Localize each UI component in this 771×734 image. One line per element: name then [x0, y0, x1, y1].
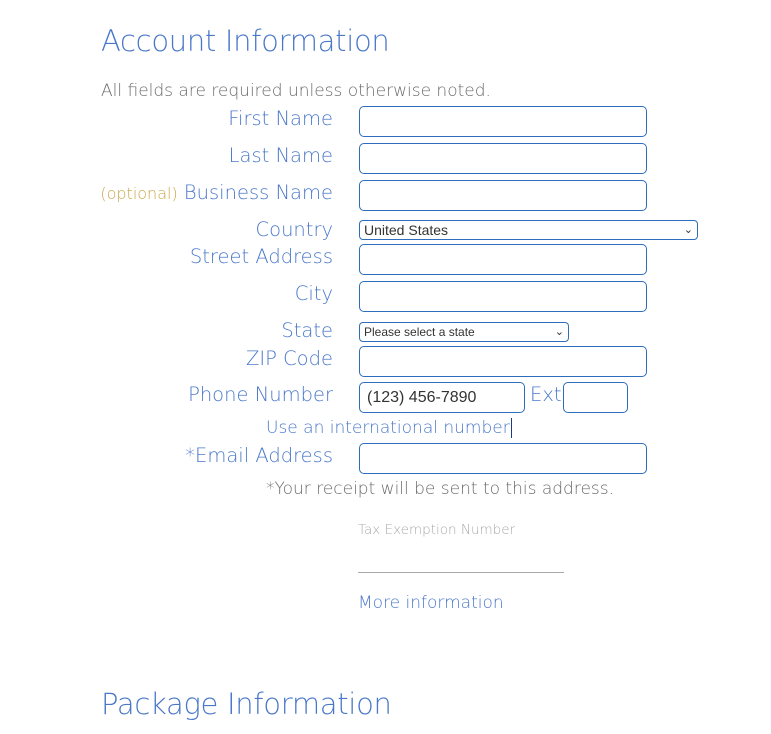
ext-label: Ext [530, 383, 562, 406]
zip-label: ZIP Code [246, 347, 333, 370]
last-name-label: Last Name [228, 144, 333, 167]
account-heading: Account Information [101, 24, 390, 58]
international-number-link[interactable]: Use an international number [266, 418, 512, 438]
business-name-label: (optional) Business Name [100, 181, 333, 206]
ext-input[interactable] [563, 382, 628, 413]
phone-label: Phone Number [188, 383, 333, 406]
state-select[interactable]: Please select a state ⌄ [359, 322, 569, 342]
country-value: United States [364, 222, 449, 238]
package-heading: Package Information [101, 687, 392, 721]
country-select[interactable]: United States ⌄ [359, 220, 698, 240]
zip-input[interactable] [359, 346, 647, 377]
email-input[interactable] [359, 443, 647, 474]
tax-exemption-label: Tax Exemption Number [358, 522, 516, 538]
tax-exemption-input[interactable] [358, 540, 564, 573]
chevron-down-icon: ⌄ [554, 326, 564, 338]
phone-input[interactable] [359, 382, 525, 413]
more-information-link[interactable]: More information [358, 593, 504, 613]
city-input[interactable] [359, 281, 647, 312]
email-note: *Your receipt will be sent to this addre… [266, 479, 615, 499]
state-label: State [281, 319, 333, 342]
country-label: Country [255, 218, 333, 241]
required-note: All fields are required unless otherwise… [101, 81, 491, 101]
last-name-input[interactable] [359, 143, 647, 174]
email-label: *Email Address [185, 444, 333, 467]
chevron-down-icon: ⌄ [683, 224, 693, 236]
first-name-label: First Name [228, 107, 333, 130]
state-value: Please select a state [364, 325, 475, 339]
business-name-input[interactable] [359, 180, 647, 211]
street-label: Street Address [189, 245, 333, 268]
optional-tag: (optional) [100, 184, 178, 203]
business-name-text: Business Name [183, 181, 333, 204]
street-input[interactable] [359, 244, 647, 275]
city-label: City [294, 282, 333, 305]
first-name-input[interactable] [359, 106, 647, 137]
